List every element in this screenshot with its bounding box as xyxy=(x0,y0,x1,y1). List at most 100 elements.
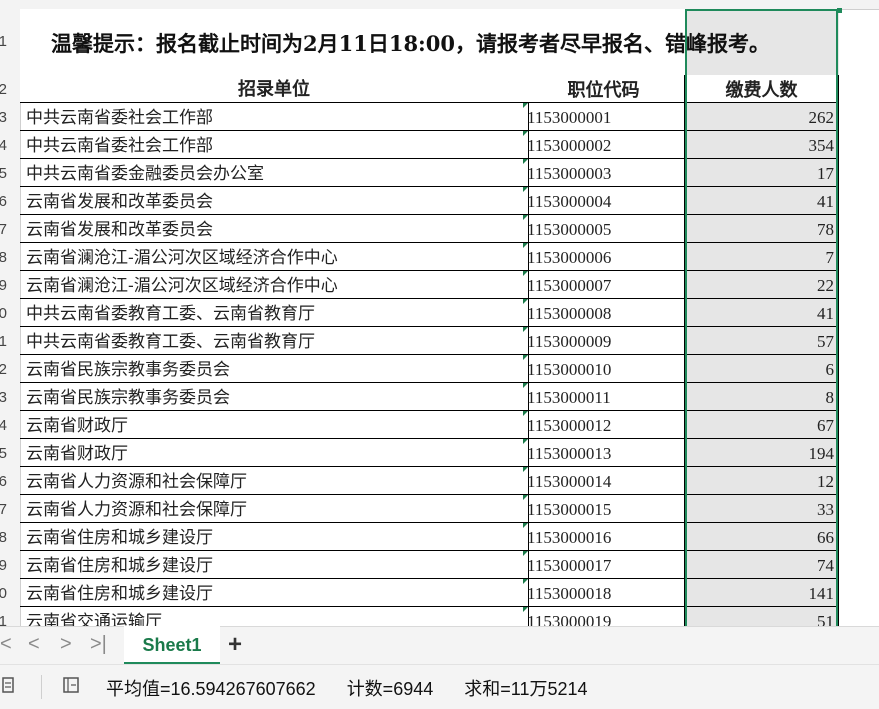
row-number[interactable]: 16 xyxy=(0,473,7,490)
last-sheet-icon[interactable]: >| xyxy=(90,633,107,656)
unit-cell[interactable]: 云南省澜沧江-湄公河次区域经济合作中心 xyxy=(20,271,529,299)
row-number[interactable]: 8 xyxy=(0,249,7,266)
status-divider xyxy=(41,675,42,699)
row-number[interactable]: 5 xyxy=(0,165,7,182)
view-mode-icon[interactable] xyxy=(62,676,82,694)
row-header-bar[interactable]: 123456789101112131415161718192021 xyxy=(0,9,21,626)
unit-cell[interactable]: 云南省住房和城乡建设厅 xyxy=(20,551,529,579)
code-cell[interactable]: 1153000017 xyxy=(523,551,685,579)
count-cell[interactable]: 6 xyxy=(685,355,839,383)
header-code[interactable]: 职位代码 xyxy=(523,75,685,103)
unit-cell[interactable]: 云南省人力资源和社会保障厅 xyxy=(20,495,529,523)
code-cell[interactable]: 1153000009 xyxy=(523,327,685,355)
row-number[interactable]: 9 xyxy=(0,277,7,294)
code-cell[interactable]: 1153000006 xyxy=(523,243,685,271)
macro-record-icon[interactable] xyxy=(2,676,16,694)
count-cell[interactable]: 57 xyxy=(685,327,839,355)
unit-cell[interactable]: 中共云南省委社会工作部 xyxy=(20,131,529,159)
next-sheet-icon[interactable]: > xyxy=(60,633,72,656)
prev-sheet-icon[interactable]: < xyxy=(28,633,40,656)
code-cell[interactable]: 1153000015 xyxy=(523,495,685,523)
add-sheet-button[interactable]: + xyxy=(228,631,242,659)
text-number-indicator-icon xyxy=(523,187,528,192)
count-cell[interactable]: 194 xyxy=(685,439,839,467)
count-cell[interactable]: 8 xyxy=(685,383,839,411)
code-cell[interactable]: 1153000003 xyxy=(523,159,685,187)
code-cell[interactable]: 1153000004 xyxy=(523,187,685,215)
status-count[interactable]: 计数=6944 xyxy=(347,679,434,699)
unit-cell[interactable]: 中共云南省委金融委员会办公室 xyxy=(20,159,529,187)
count-cell[interactable]: 41 xyxy=(685,299,839,327)
unit-cell[interactable]: 云南省交通运输厅 xyxy=(20,607,529,626)
count-cell[interactable]: 67 xyxy=(685,411,839,439)
count-cell[interactable]: 51 xyxy=(685,607,839,626)
row-number[interactable]: 6 xyxy=(0,193,7,210)
code-cell[interactable]: 1153000002 xyxy=(523,131,685,159)
row-number[interactable]: 7 xyxy=(0,221,7,238)
code-cell[interactable]: 1153000001 xyxy=(523,103,685,131)
code-cell[interactable]: 1153000013 xyxy=(523,439,685,467)
row-number[interactable]: 15 xyxy=(0,445,7,462)
unit-cell[interactable]: 云南省发展和改革委员会 xyxy=(20,187,529,215)
row-number[interactable]: 11 xyxy=(0,333,7,350)
code-cell[interactable]: 1153000012 xyxy=(523,411,685,439)
unit-cell[interactable]: 云南省民族宗教事务委员会 xyxy=(20,355,529,383)
unit-cell[interactable]: 中共云南省委教育工委、云南省教育厅 xyxy=(20,327,529,355)
row-number[interactable]: 12 xyxy=(0,361,7,378)
status-average[interactable]: 平均值=16.594267607662 xyxy=(106,679,316,699)
row-number[interactable]: 17 xyxy=(0,501,7,518)
code-cell[interactable]: 1153000008 xyxy=(523,299,685,327)
unit-cell[interactable]: 云南省澜沧江-湄公河次区域经济合作中心 xyxy=(20,243,529,271)
count-cell[interactable]: 141 xyxy=(685,579,839,607)
count-cell[interactable]: 33 xyxy=(685,495,839,523)
count-cell[interactable]: 74 xyxy=(685,551,839,579)
sheet-tab-sheet1[interactable]: Sheet1 xyxy=(124,626,220,665)
unit-cell[interactable]: 中共云南省委社会工作部 xyxy=(20,103,529,131)
row-number[interactable]: 19 xyxy=(0,557,7,574)
count-cell[interactable]: 66 xyxy=(685,523,839,551)
selection-fill-handle[interactable] xyxy=(837,8,842,13)
header-unit[interactable]: 招录单位 xyxy=(20,75,529,103)
code-cell[interactable]: 1153000014 xyxy=(523,467,685,495)
count-cell[interactable]: 22 xyxy=(685,271,839,299)
count-cell[interactable]: 7 xyxy=(685,243,839,271)
notice-cell[interactable]: 温馨提示：报名截止时间为2月11日18:00，请报考者尽早报名、错峰报考。 xyxy=(20,9,839,76)
count-cell[interactable]: 262 xyxy=(685,103,839,131)
unit-cell[interactable]: 云南省财政厅 xyxy=(20,439,529,467)
text-number-indicator-icon xyxy=(523,523,528,528)
row-number[interactable]: 3 xyxy=(0,109,7,126)
code-cell[interactable]: 1153000007 xyxy=(523,271,685,299)
unit-cell[interactable]: 云南省民族宗教事务委员会 xyxy=(20,383,529,411)
count-cell[interactable]: 354 xyxy=(685,131,839,159)
code-cell[interactable]: 1153000019 xyxy=(523,607,685,626)
count-cell[interactable]: 12 xyxy=(685,467,839,495)
row-number[interactable]: 21 xyxy=(0,613,7,626)
row-number[interactable]: 1 xyxy=(0,33,7,50)
code-cell[interactable]: 1153000011 xyxy=(523,383,685,411)
status-sum[interactable]: 求和=11万5214 xyxy=(464,679,587,699)
unit-cell[interactable]: 云南省住房和城乡建设厅 xyxy=(20,523,529,551)
unit-cell[interactable]: 云南省人力资源和社会保障厅 xyxy=(20,467,529,495)
table-row: 云南省人力资源和社会保障厅 1153000015 33 xyxy=(20,495,840,523)
code-cell[interactable]: 1153000010 xyxy=(523,355,685,383)
header-count[interactable]: 缴费人数 xyxy=(685,75,839,103)
unit-cell[interactable]: 云南省发展和改革委员会 xyxy=(20,215,529,243)
row-number[interactable]: 4 xyxy=(0,137,7,154)
code-cell[interactable]: 1153000005 xyxy=(523,215,685,243)
first-sheet-icon[interactable]: < xyxy=(0,633,12,656)
code-cell[interactable]: 1153000016 xyxy=(523,523,685,551)
row-number[interactable]: 20 xyxy=(0,585,7,602)
count-cell[interactable]: 41 xyxy=(685,187,839,215)
count-cell[interactable]: 78 xyxy=(685,215,839,243)
row-number[interactable]: 2 xyxy=(0,81,7,98)
row-number[interactable]: 13 xyxy=(0,389,7,406)
row-number[interactable]: 14 xyxy=(0,417,7,434)
unit-cell[interactable]: 云南省住房和城乡建设厅 xyxy=(20,579,529,607)
count-cell[interactable]: 17 xyxy=(685,159,839,187)
spreadsheet-grid[interactable]: 123456789101112131415161718192021 温馨提示：报… xyxy=(0,0,879,626)
row-number[interactable]: 18 xyxy=(0,529,7,546)
code-cell[interactable]: 1153000018 xyxy=(523,579,685,607)
unit-cell[interactable]: 云南省财政厅 xyxy=(20,411,529,439)
row-number[interactable]: 10 xyxy=(0,305,7,322)
unit-cell[interactable]: 中共云南省委教育工委、云南省教育厅 xyxy=(20,299,529,327)
